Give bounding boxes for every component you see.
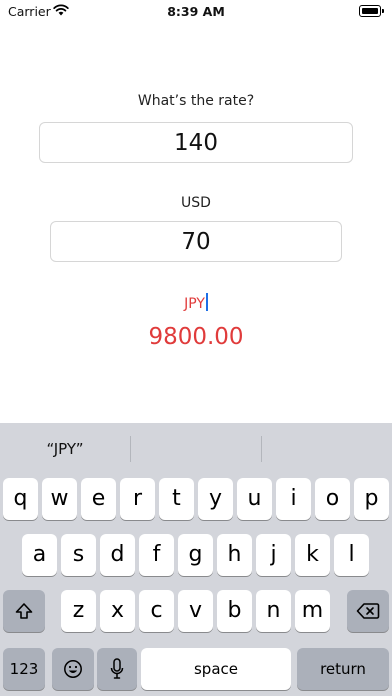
key-g[interactable]: g — [178, 534, 213, 576]
text-cursor — [205, 293, 208, 311]
backspace-icon — [356, 603, 380, 619]
key-d[interactable]: d — [100, 534, 135, 576]
emoji-icon — [64, 660, 82, 678]
key-h[interactable]: h — [217, 534, 252, 576]
shift-icon — [15, 603, 33, 619]
to-currency-field[interactable]: JPY — [0, 293, 392, 312]
key-f[interactable]: f — [139, 534, 174, 576]
key-b[interactable]: b — [217, 590, 252, 632]
key-a[interactable]: a — [22, 534, 57, 576]
key-o[interactable]: o — [315, 478, 350, 520]
space-key[interactable]: space — [141, 648, 291, 690]
key-u[interactable]: u — [237, 478, 272, 520]
key-m[interactable]: m — [295, 590, 330, 632]
key-c[interactable]: c — [139, 590, 174, 632]
rate-label: What’s the rate? — [137, 93, 255, 109]
key-j[interactable]: j — [256, 534, 291, 576]
from-currency-label: USD — [181, 195, 211, 211]
converted-result: 9800.00 — [148, 324, 244, 350]
key-i[interactable]: i — [276, 478, 311, 520]
keyboard: “JPY” q w e r t y u i o p a s d f g h j … — [0, 423, 392, 696]
backspace-key[interactable] — [347, 590, 389, 632]
clock: 8:39 AM — [167, 4, 225, 19]
dictation-key[interactable] — [97, 648, 137, 690]
amount-input[interactable]: 70 — [50, 221, 342, 262]
key-q[interactable]: q — [3, 478, 38, 520]
key-y[interactable]: y — [198, 478, 233, 520]
shift-key[interactable] — [3, 590, 45, 632]
key-w[interactable]: w — [42, 478, 77, 520]
amount-input-value: 70 — [181, 228, 211, 255]
key-t[interactable]: t — [159, 478, 194, 520]
key-l[interactable]: l — [334, 534, 369, 576]
key-x[interactable]: x — [100, 590, 135, 632]
rate-input-value: 140 — [174, 129, 218, 156]
suggestion-bar: “JPY” — [0, 423, 392, 468]
microphone-icon — [110, 658, 124, 679]
key-z[interactable]: z — [61, 590, 96, 632]
numbers-key[interactable]: 123 — [3, 648, 45, 690]
suggestion-1[interactable]: “JPY” — [0, 423, 130, 468]
suggestion-3[interactable] — [262, 423, 392, 468]
return-key[interactable]: return — [297, 648, 389, 690]
key-e[interactable]: e — [81, 478, 116, 520]
battery-icon — [359, 5, 384, 17]
key-k[interactable]: k — [295, 534, 330, 576]
rate-input[interactable]: 140 — [39, 122, 353, 163]
to-currency-code: JPY — [184, 296, 205, 312]
suggestion-2[interactable] — [131, 423, 261, 468]
emoji-key[interactable] — [52, 648, 94, 690]
key-n[interactable]: n — [256, 590, 291, 632]
key-s[interactable]: s — [61, 534, 96, 576]
key-r[interactable]: r — [120, 478, 155, 520]
status-bar: Carrier 8:39 AM — [0, 0, 392, 22]
key-v[interactable]: v — [178, 590, 213, 632]
key-p[interactable]: p — [354, 478, 389, 520]
